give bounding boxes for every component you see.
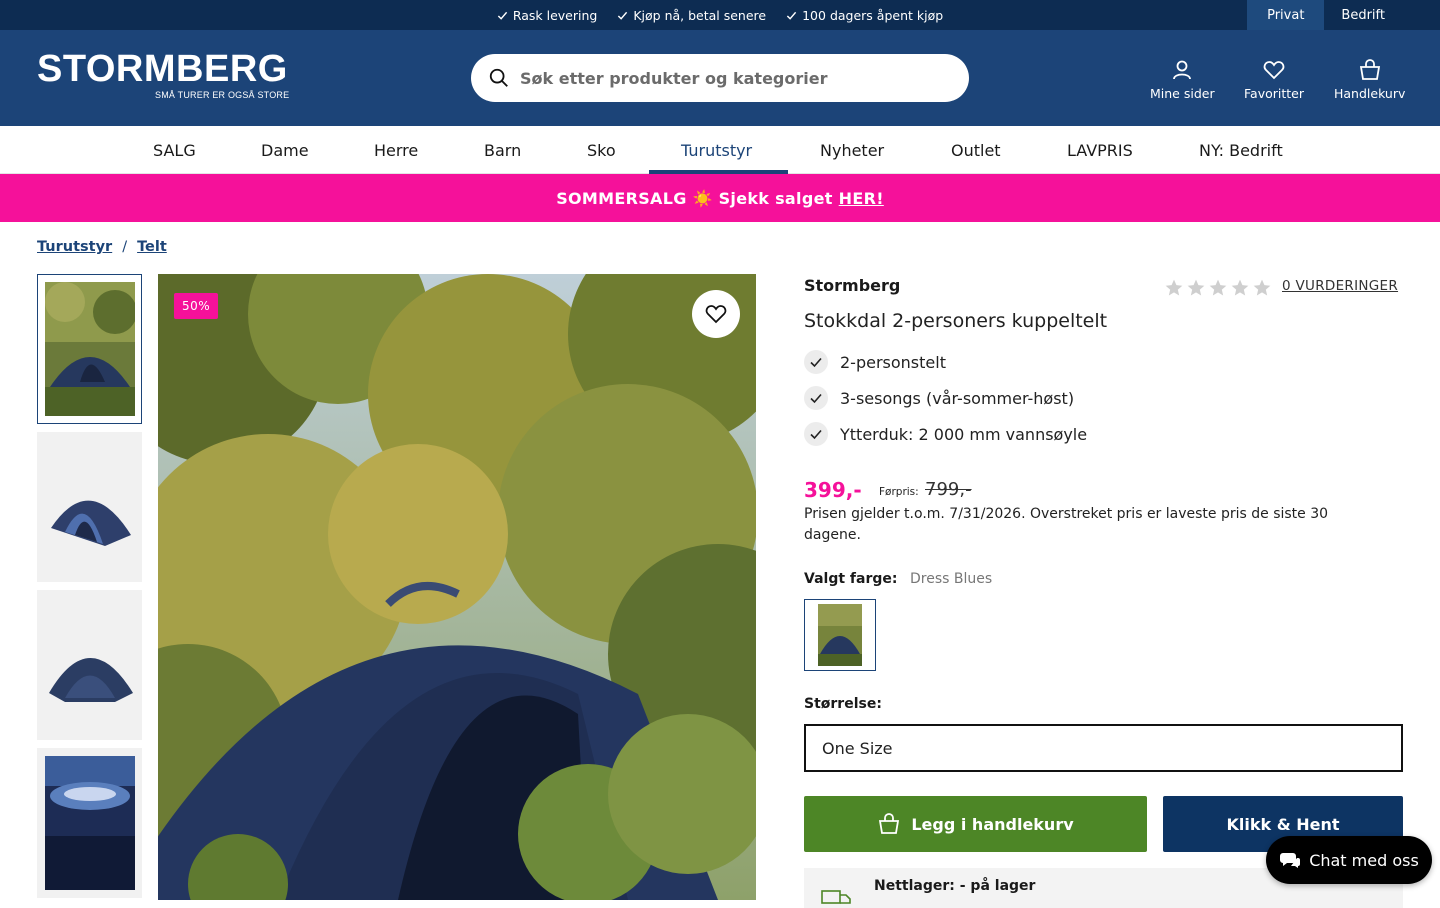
site-header: STORMBERG SMÅ TURER ER OGSÅ STORE Mine s…	[0, 30, 1440, 126]
chat-button[interactable]: Chat med oss	[1266, 836, 1432, 884]
user-icon	[1173, 60, 1192, 80]
favorites-link[interactable]: Favoritter	[1244, 58, 1304, 101]
cart-label: Handlekurv	[1334, 86, 1406, 101]
feature-item: 3-sesongs (vår-sommer-høst)	[804, 386, 1074, 410]
product-title: Stokkdal 2-personers kuppeltelt	[804, 310, 1108, 332]
sale-price: 399,-	[804, 478, 862, 502]
price-note: Prisen gjelder t.o.m. 7/31/2026. Overstr…	[804, 506, 1329, 543]
usp-label: Rask levering	[512, 7, 598, 23]
usp-item: Rask levering	[497, 7, 598, 23]
nav-item-herre[interactable]: Herre	[374, 126, 418, 174]
color-label: Valgt farge:	[804, 571, 898, 587]
segment-business-tab[interactable]: Bedrift	[1324, 0, 1440, 30]
feature-label: Ytterduk: 2 000 mm vannsøyle	[840, 424, 1088, 444]
thumbnail-image	[44, 598, 135, 732]
heart-icon	[1263, 61, 1285, 80]
breadcrumb-separator: /	[122, 239, 128, 255]
promo-text: SOMMERSALG ☀️ Sjekk salget	[556, 188, 833, 208]
star-icon	[1253, 279, 1271, 296]
size-label: Størrelse:	[804, 696, 882, 712]
segment-switch: Privat Bedrift	[1247, 0, 1440, 30]
star-icon	[1209, 279, 1227, 296]
chat-bubble-icon	[1280, 853, 1301, 868]
cart-link[interactable]: Handlekurv	[1334, 58, 1405, 101]
feature-label: 2-personstelt	[840, 352, 946, 372]
stock-label: Nettlager: - på lager	[874, 878, 1036, 894]
product-thumbnail[interactable]	[37, 590, 142, 740]
logo-tagline: SMÅ TURER ER OGSÅ STORE	[155, 90, 290, 100]
nav-item-sko[interactable]: Sko	[587, 126, 616, 174]
before-price-label: Førpris:	[879, 486, 919, 498]
shopping-bag-icon	[879, 813, 900, 834]
favorites-label: Favoritter	[1244, 86, 1304, 101]
nav-item-turutstyr[interactable]: Turutstyr	[681, 126, 752, 174]
search-icon	[489, 68, 508, 87]
main-nav: SALG Dame Herre Barn Sko Turutstyr Nyhet…	[0, 126, 1440, 174]
rating-stars	[1164, 278, 1272, 298]
chat-label: Chat med oss	[1309, 850, 1419, 870]
segment-private-tab[interactable]: Privat	[1247, 0, 1325, 30]
add-to-cart-button[interactable]: Legg i handlekurv	[804, 796, 1147, 852]
color-swatch[interactable]	[804, 599, 876, 671]
nav-item-dame[interactable]: Dame	[261, 126, 309, 174]
check-icon	[804, 422, 828, 446]
nav-active-indicator	[649, 170, 788, 174]
top-bar: Rask levering Kjøp nå, betal senere 100 …	[0, 0, 1440, 30]
nav-item-outlet[interactable]: Outlet	[951, 126, 1001, 174]
check-icon	[618, 11, 628, 20]
feature-item: 2-personstelt	[804, 350, 946, 374]
star-icon	[1187, 279, 1205, 296]
star-icon	[1165, 279, 1183, 296]
breadcrumb-link[interactable]: Telt	[137, 239, 167, 255]
product-thumbnail[interactable]	[37, 432, 142, 582]
swatch-image	[818, 604, 862, 666]
check-icon	[497, 11, 508, 20]
usp-list: Rask levering Kjøp nå, betal senere 100 …	[0, 0, 1440, 30]
shopping-bag-icon	[1359, 59, 1380, 80]
logo-wordmark: STORMBERG	[37, 48, 288, 90]
thumbnail-image	[44, 440, 135, 574]
account-link[interactable]: Mine sider	[1150, 58, 1215, 101]
nav-item-lavpris[interactable]: LAVPRIS	[1067, 126, 1133, 174]
search-input[interactable]	[520, 68, 940, 88]
size-select[interactable]: One Size	[804, 724, 1403, 772]
nav-item-barn[interactable]: Barn	[484, 126, 521, 174]
nav-item-nyheter[interactable]: Nyheter	[820, 126, 884, 174]
feature-item: Ytterduk: 2 000 mm vannsøyle	[804, 422, 1087, 446]
usp-label: Kjøp nå, betal senere	[633, 7, 767, 23]
star-icon	[1231, 279, 1249, 296]
account-label: Mine sider	[1150, 86, 1215, 101]
product-thumbnail[interactable]	[37, 274, 142, 424]
usp-item: Kjøp nå, betal senere	[617, 8, 766, 23]
thumbnail-image	[44, 282, 135, 416]
promo-banner: SOMMERSALG ☀️ Sjekk salget HER!	[0, 174, 1440, 222]
reviews-link[interactable]: 0 VURDERINGER	[1282, 278, 1398, 294]
search-bar[interactable]	[471, 54, 969, 102]
color-value: Dress Blues	[910, 571, 993, 587]
product-main-image[interactable]	[158, 274, 756, 900]
discount-badge: 50%	[174, 293, 219, 319]
promo-link[interactable]: HER!	[839, 189, 884, 208]
nav-item-salg[interactable]: SALG	[153, 126, 196, 174]
thumbnail-image	[44, 756, 135, 890]
usp-item: 100 dagers åpent kjøp	[786, 8, 943, 23]
usp-label: 100 dagers åpent kjøp	[802, 7, 944, 23]
check-icon	[804, 386, 828, 410]
check-icon	[804, 350, 828, 374]
before-price: 799,-	[925, 479, 972, 500]
logo[interactable]: STORMBERG SMÅ TURER ER OGSÅ STORE	[37, 50, 297, 110]
breadcrumb-link[interactable]: Turutstyr	[37, 239, 112, 255]
check-icon	[786, 11, 797, 20]
truck-icon	[821, 890, 851, 904]
heart-icon	[705, 305, 727, 324]
breadcrumb: Turutstyr / Telt	[37, 239, 167, 255]
add-to-favorites-button[interactable]	[692, 290, 740, 338]
product-brand: Stormberg	[804, 276, 901, 295]
feature-label: 3-sesongs (vår-sommer-høst)	[840, 388, 1075, 408]
add-to-cart-label: Legg i handlekurv	[911, 814, 1074, 834]
nav-item-bedrift[interactable]: NY: Bedrift	[1199, 126, 1283, 174]
product-thumbnail[interactable]	[37, 748, 142, 898]
